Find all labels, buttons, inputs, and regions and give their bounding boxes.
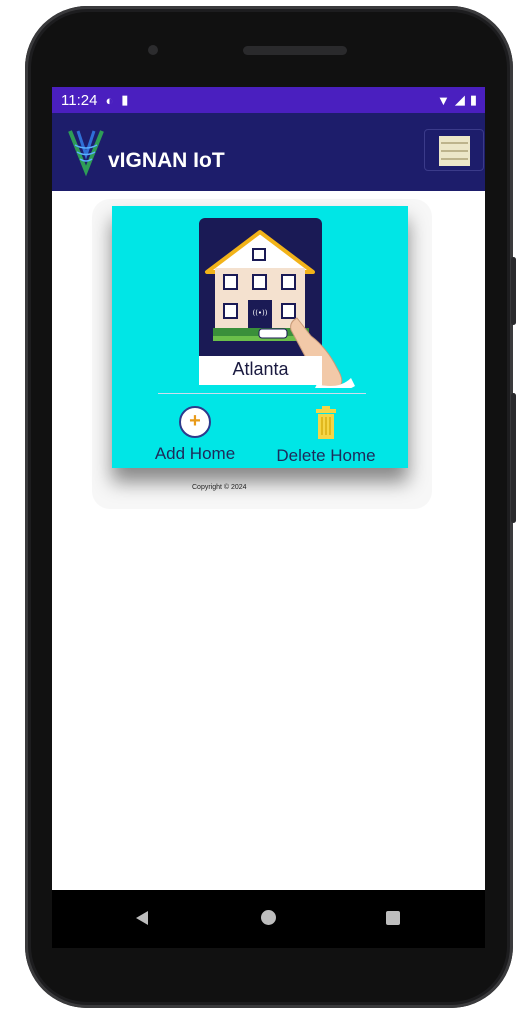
vignan-logo — [68, 130, 104, 177]
trash-can-icon — [316, 406, 336, 439]
menu-line — [441, 142, 468, 144]
earpiece-speaker — [243, 46, 347, 55]
app-title: vIGNAN IoT — [108, 149, 225, 172]
front-camera — [148, 45, 158, 55]
copyright-text: Copyright © 2024 — [192, 484, 247, 491]
home-card: ((•)) Atlanta + Add Home Delete Home — [112, 206, 408, 468]
system-nav-bar — [52, 890, 485, 948]
recents-icon[interactable] — [386, 911, 400, 925]
volume-button — [511, 393, 516, 523]
delete-home-button[interactable]: Delete Home — [273, 406, 379, 466]
delete-home-label: Delete Home — [276, 446, 376, 465]
home-icon[interactable] — [261, 910, 276, 925]
plus-circle-icon: + — [179, 406, 211, 438]
app-bar: vIGNAN IoT — [52, 113, 485, 191]
menu-button[interactable] — [424, 129, 484, 171]
wifi-icon: ▼ — [436, 92, 450, 108]
status-right-icons: ▼ ◢ ▮ — [437, 92, 477, 108]
home-tile-atlanta[interactable]: ((•)) Atlanta — [199, 218, 355, 388]
menu-line — [441, 150, 468, 152]
phone-screen: 11:24 ◐ ▮ ▼ ◢ ▮ vIGNAN IoT ((•)) Atlanta… — [52, 87, 485, 890]
status-time: 11:24 — [61, 91, 98, 109]
status-bar: 11:24 ◐ ▮ ▼ ◢ ▮ — [52, 87, 485, 113]
power-button — [511, 257, 516, 325]
back-icon[interactable] — [136, 911, 148, 925]
divider — [158, 393, 366, 394]
data-saver-icon: ◐ — [105, 92, 114, 108]
sd-card-icon: ▮ — [121, 92, 129, 107]
signal-icon: ◢ — [454, 92, 465, 107]
menu-line — [441, 158, 468, 160]
battery-icon: ▮ — [469, 92, 477, 107]
home-name: Atlanta — [232, 359, 289, 379]
add-home-button[interactable]: + Add Home — [152, 406, 238, 464]
add-home-label: Add Home — [154, 444, 236, 463]
svg-text:((•)): ((•)) — [252, 309, 267, 317]
